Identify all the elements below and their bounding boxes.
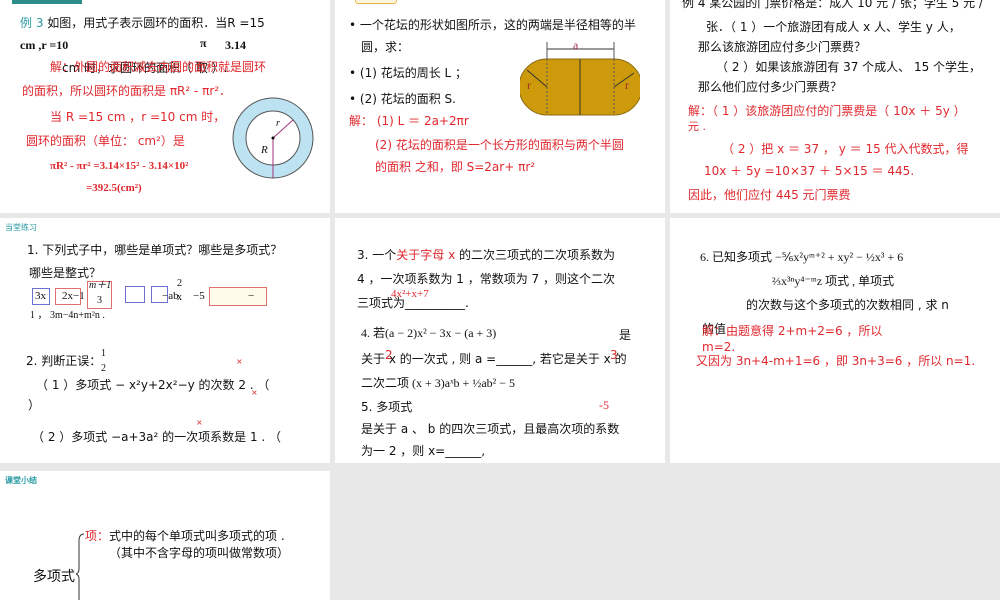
answer-box — [125, 286, 145, 303]
slide-thumbnail-2[interactable]: • 一个花坛的形状如图所示，这的两端是半径相等的半 圆，求： • (1) 花坛的… — [335, 0, 665, 213]
question-text: 例 4 某公园的门票价格是：成人 10 元 / 张；学生 5 元 / — [682, 0, 983, 10]
fraction-denominator: 2 — [101, 363, 106, 374]
expression: −5 — [193, 290, 205, 302]
wrong-mark: × — [236, 357, 243, 366]
question-text: 2. 判断正误： — [26, 354, 102, 368]
title-bar — [12, 0, 82, 4]
question-text: （ 2 ）如果该旅游团有 37 个成人、 15 个学生， — [716, 60, 982, 74]
question-text: 4 ，一次项系数为 1 ，常数项为 7 ，则这个二次 — [357, 272, 615, 286]
title-tag — [355, 0, 397, 4]
question-text: 是关于 a 、 b 的四次三项式，且最高次项的系数 — [361, 422, 620, 436]
expression: 3x — [35, 290, 46, 302]
question-text: 的二次三项式的二次项系数为 — [455, 248, 616, 262]
question-text: 那么该旅游团应付多少门票费？ — [698, 40, 867, 54]
solution-text: （ 2 ）把 x ＝ 37 ， y ＝ 15 代入代数式，得 — [722, 142, 969, 156]
length-label: a — [573, 38, 579, 52]
question-text: 4. 若(a − 2)x² − 3x − (a + 3) — [361, 326, 497, 340]
question-text: 张．（ 1 ）一个旅游团有成人 x 人、学生 y 人， — [706, 20, 961, 34]
expression: 2x−1 — [62, 290, 85, 302]
expression: x — [177, 292, 182, 303]
solution-text: 解： (1) L ＝ 2a+2πr — [349, 114, 469, 128]
section-header: 课堂小结 — [5, 476, 37, 485]
question-text: 的次数与这个多项式的次数相同 , 求 n — [746, 298, 949, 312]
fraction-numerator: 1 — [101, 348, 106, 359]
solution-text: 解：由题意得 2+m+2=6 ，所以 — [702, 324, 882, 338]
section-header: 当堂练习 — [5, 223, 37, 232]
solution-result: =392.5(cm²) — [86, 182, 142, 194]
slide-thumbnail-1[interactable]: 例 3 如图，用式子表示圆环的面积．当R =15 cm ,r =10 π 3.1… — [0, 0, 330, 213]
question-text: 关于 x 的一次式 , 则 a =______, 若它是关于 x 的 — [361, 352, 627, 366]
question-text: 1. 下列式子中，哪些是单项式？哪些是多项式？ — [27, 243, 283, 257]
slide-thumbnail-3[interactable]: 例 4 某公园的门票价格是：成人 10 元 / 张；学生 5 元 / 张．（ 1… — [670, 0, 1000, 213]
question-text: ） — [28, 398, 41, 412]
solution-text: 解：（ 1 ）该旅游团应付的门票费是（ 10x ＋ 5y ） — [688, 104, 966, 118]
solution-text: 元 . — [688, 120, 706, 133]
bullet-text: 圆，求： — [361, 40, 410, 54]
question-text: cm ,r =10 — [20, 38, 69, 52]
solution-text: 因此，他们应付 445 元门票费 — [688, 188, 851, 202]
outer-radius-label: R — [261, 144, 268, 156]
question-text: 是 — [619, 328, 632, 342]
slide-thumbnail-7[interactable]: 课堂小结 多项式 项：式中的每个单项式叫多项式的项 . （其中不含字母的项叫做常… — [0, 471, 330, 600]
solution-text: (2) 花坛的面积是一个长方形的面积与两个半圆 — [375, 138, 624, 152]
highlight-text: 关于字母 x — [396, 248, 456, 262]
solution-text-line: 解：由题意得 2+m+2=6 ，所以 — [702, 324, 883, 338]
flowerbed-diagram — [520, 42, 640, 116]
solution-text: 当 R =15 cm ，r =10 cm 时， — [50, 110, 226, 124]
question-text: （ 2 ）多项式 −a+3a² 的一次项系数是 1 . （ — [32, 430, 282, 444]
question-text: ⅔x³ⁿy⁴⁻ᵐz 项式 , 单项式 — [772, 274, 895, 288]
slide-thumbnail-4[interactable]: 当堂练习 1. 下列式子中，哪些是单项式？哪些是多项式？ 哪些是整式？ 3x 2… — [0, 218, 330, 463]
question-text: 6. 已知多项式 −⅚x²yᵐ⁺² + xy² − ½x³ + 6 — [700, 250, 904, 264]
answer-box — [209, 287, 267, 306]
answer-text: 3 — [610, 348, 618, 362]
term-definition: 式中的每个单项式叫多项式的项 . — [109, 529, 285, 543]
radius-label: r — [276, 118, 280, 129]
bullet-text: 一个花坛的形状如图所示，这的两端是半径相等的半 — [359, 18, 636, 32]
answer-text: 4x²+x+7 — [391, 288, 429, 300]
slide-thumbnail-5[interactable]: 3. 一个关于字母 x 的二次三项式的二次项系数为 4 ，一次项系数为 1 ，常… — [335, 218, 665, 463]
answer-text: 2 — [385, 348, 393, 362]
expression: 2 — [177, 278, 182, 289]
example-label: 例 3 — [20, 16, 44, 30]
concept-label: 多项式 — [33, 569, 75, 585]
solution-text: m=2. — [702, 340, 736, 354]
expression: − — [248, 290, 255, 302]
solution-text: 解：外圆的面积减去内圆的面积就是圆环 — [50, 60, 267, 74]
question-text: 为一 2 ，则 x=______, — [361, 444, 486, 458]
term-note: （其中不含字母的项叫做常数项） — [109, 546, 290, 560]
answer-text: -5 — [599, 398, 609, 412]
question-text: 3. 一个 — [357, 248, 397, 262]
solution-text: 的面积 之和，即 S=2ar+ πr² — [375, 160, 536, 174]
question-text: （ 1 ）多项式 − x²y+2x²−y 的次数 2 . （ — [36, 378, 270, 392]
solution-text: 的面积，所以圆环的面积是 πR² - πr²． — [22, 84, 232, 98]
question-text: 哪些是整式？ — [29, 266, 102, 280]
expression: m＋1 — [89, 280, 112, 291]
radius-label: r — [527, 78, 531, 92]
question-text: 5. 多项式 — [361, 400, 413, 414]
term-label: 项： — [85, 529, 110, 543]
expression-line: 1 ， 3m−4n+m²n . — [30, 310, 105, 321]
radius-label: r — [625, 78, 629, 92]
solution-text: 又因为 3n+4-m+1=6 ，即 3n+3=6 ，所以 n=1. — [696, 354, 976, 368]
ring-diagram — [232, 97, 314, 179]
question-text: 二次二项 (x + 3)aˣb + ½ab² − 5 — [361, 376, 516, 390]
solution-formula: πR² - πr² =3.14×15² - 3.14×10² — [50, 160, 189, 172]
solution-text: 10x ＋ 5y =10×37 ＋ 5×15 ＝ 445. — [704, 164, 915, 178]
pi-symbol: π — [200, 36, 207, 50]
question-text: 如图，用式子表示圆环的面积．当R =15 — [47, 16, 265, 30]
pi-value: 3.14 — [225, 38, 246, 52]
expression: 3 — [97, 295, 102, 306]
wrong-mark: × — [196, 418, 203, 427]
wrong-mark: × — [251, 388, 258, 397]
solution-text: 圆环的面积（单位： cm²）是 — [26, 134, 185, 148]
slide-thumbnail-6[interactable]: 6. 已知多项式 −⅚x²yᵐ⁺² + xy² − ½x³ + 6 ⅔x³ⁿy⁴… — [670, 218, 1000, 463]
bullet-text: (1) 花坛的周长 L ； — [359, 66, 468, 80]
bullet-text: (2) 花坛的面积 S. — [359, 92, 456, 106]
question-text: 那么他们应付多少门票费？ — [698, 80, 843, 94]
